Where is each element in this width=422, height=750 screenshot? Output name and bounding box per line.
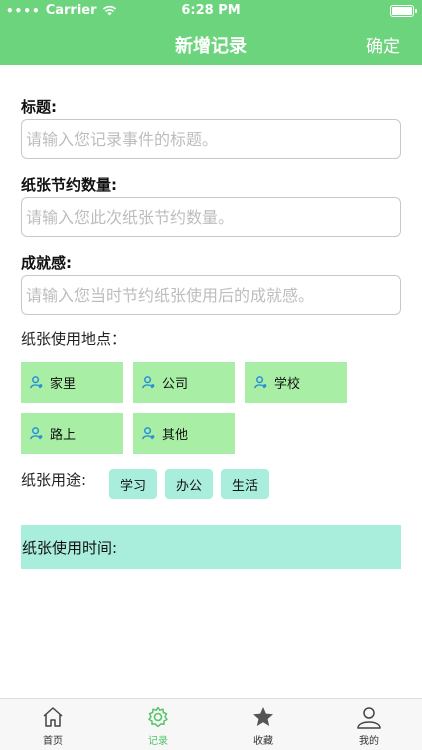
user-icon	[357, 707, 381, 729]
tab-mine[interactable]: 我的	[339, 705, 399, 747]
time-picker-row[interactable]: 纸张使用时间:	[21, 525, 401, 569]
star-icon	[253, 707, 273, 726]
location-button-road[interactable]: 路上	[21, 413, 123, 454]
tab-mine-label: 我的	[359, 736, 379, 747]
location-button-home[interactable]: 家里	[21, 362, 123, 403]
location-button-company[interactable]: 公司	[133, 362, 235, 403]
location-button-other[interactable]: 其他	[133, 413, 235, 454]
home-icon	[43, 707, 63, 727]
location-label-company: 公司	[162, 377, 189, 392]
location-label-road: 路上	[50, 428, 77, 443]
tab-favorites[interactable]: 收藏	[233, 705, 293, 747]
paper-amount-label: 纸张节约数量:	[21, 176, 117, 194]
location-label-school: 学校	[274, 377, 301, 392]
title-label: 标题:	[21, 98, 57, 116]
confirm-button[interactable]: 确定	[366, 32, 400, 57]
tab-favorites-label: 收藏	[253, 736, 273, 747]
gear-icon	[148, 706, 168, 728]
status-time: 6:28 PM	[181, 3, 241, 18]
header-bar: •••• Carrier 6:28 PM 新增记录 确定	[0, 0, 422, 65]
usage-button-life[interactable]: 生活	[221, 469, 270, 499]
location-button-school[interactable]: 学校	[245, 362, 347, 403]
person-pin-icon	[142, 427, 155, 440]
person-pin-icon	[30, 427, 43, 440]
usage-button-office[interactable]: 办公	[165, 469, 214, 499]
page-title: 新增记录	[175, 36, 247, 57]
person-pin-icon	[30, 376, 43, 389]
person-pin-icon	[142, 376, 155, 389]
tab-record[interactable]: 记录	[128, 705, 188, 747]
tab-home-label: 首页	[43, 736, 63, 747]
tab-record-label: 记录	[148, 736, 168, 747]
person-pin-icon	[254, 376, 267, 389]
title-input[interactable]	[21, 119, 401, 159]
location-label: 纸张使用地点：	[21, 330, 127, 348]
time-label: 纸张使用时间:	[22, 538, 118, 557]
feeling-label: 成就感:	[21, 254, 72, 272]
tab-home[interactable]: 首页	[23, 705, 83, 747]
feeling-input[interactable]	[21, 275, 401, 315]
location-label-home: 家里	[50, 377, 77, 392]
location-label-other: 其他	[162, 428, 189, 443]
battery-icon	[390, 5, 417, 17]
status-bar: •••• Carrier 6:28 PM	[0, 0, 422, 22]
usage-button-study[interactable]: 学习	[109, 469, 158, 499]
usage-label: 纸张用途:	[21, 471, 87, 489]
paper-amount-input[interactable]	[21, 197, 401, 237]
tab-bar: 首页 记录 收藏 我的	[0, 698, 422, 750]
